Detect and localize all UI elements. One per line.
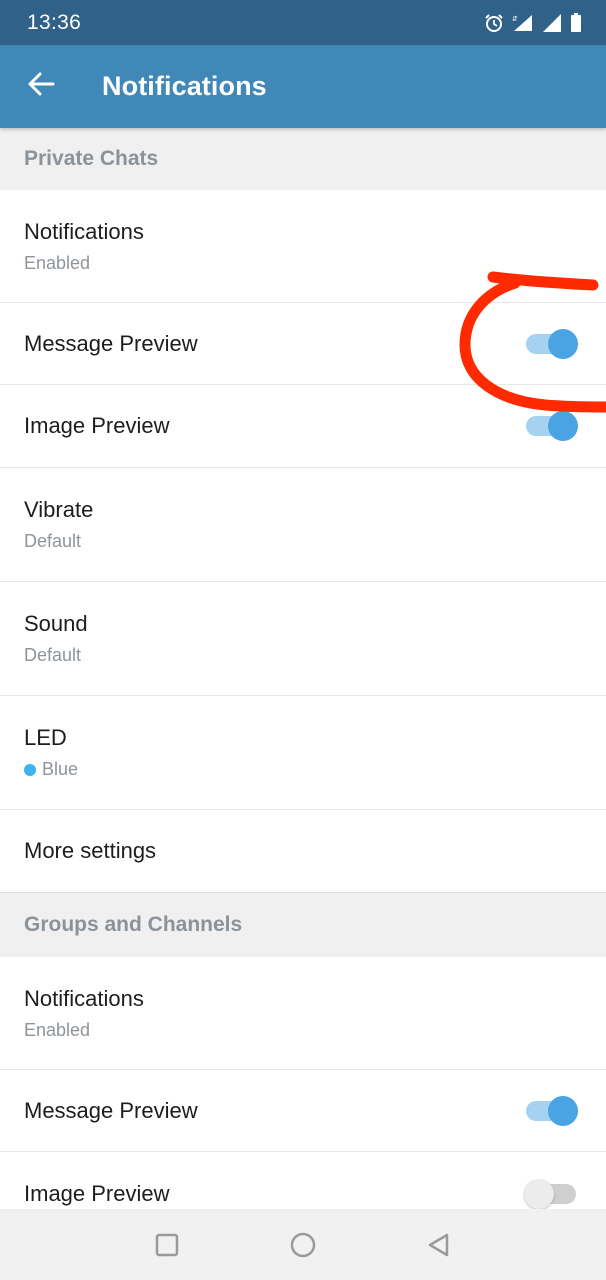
setting-row-private-sound[interactable]: Sound Default xyxy=(0,582,606,696)
toggle-thumb xyxy=(524,1178,554,1209)
status-icons: ⇵ xyxy=(484,12,582,33)
led-color-label: Blue xyxy=(42,759,79,779)
setting-label: More settings xyxy=(24,838,157,863)
setting-label: Vibrate xyxy=(24,497,94,522)
led-color-dot xyxy=(24,763,36,776)
setting-label: LED xyxy=(24,725,67,750)
setting-row-private-notifications[interactable]: Notifications Enabled xyxy=(0,190,606,303)
section-header-groups-channels: Groups and Channels xyxy=(0,892,606,957)
battery-icon xyxy=(570,12,582,33)
setting-row-groups-notifications[interactable]: Notifications Enabled xyxy=(0,957,606,1070)
image-preview-toggle[interactable] xyxy=(524,410,578,442)
app-bar: Notifications xyxy=(0,45,606,128)
toggle-thumb xyxy=(548,328,578,359)
setting-sub-led: Blue xyxy=(24,759,606,780)
setting-sub: Default xyxy=(24,645,82,665)
back-button[interactable] xyxy=(0,45,82,128)
recents-square-icon[interactable] xyxy=(154,1232,180,1258)
arrow-left-icon xyxy=(27,72,55,101)
setting-row-private-led[interactable]: LED Blue xyxy=(0,696,606,810)
groups-message-preview-toggle[interactable] xyxy=(524,1095,578,1127)
setting-label: Notifications xyxy=(24,218,144,244)
setting-label: Image Preview xyxy=(24,1180,170,1206)
setting-label: Image Preview xyxy=(24,413,170,438)
message-preview-toggle[interactable] xyxy=(524,328,578,360)
setting-row-private-vibrate[interactable]: Vibrate Default xyxy=(0,468,606,582)
setting-row-private-image-preview[interactable]: Image Preview xyxy=(0,385,606,468)
toggle-thumb xyxy=(548,411,578,441)
system-nav-bar xyxy=(0,1209,606,1280)
setting-row-private-message-preview[interactable]: Message Preview xyxy=(0,303,606,385)
groups-image-preview-toggle[interactable] xyxy=(524,1178,578,1210)
signal-icon: ⇵ xyxy=(512,13,534,33)
setting-row-groups-message-preview[interactable]: Message Preview xyxy=(0,1070,606,1152)
setting-label: Message Preview xyxy=(24,1097,198,1123)
setting-label: Sound xyxy=(24,611,88,636)
home-circle-icon[interactable] xyxy=(290,1232,316,1258)
setting-sub: Enabled xyxy=(24,1019,91,1040)
setting-label: Notifications xyxy=(24,985,144,1011)
setting-sub: Default xyxy=(24,531,82,551)
status-bar: 13:36 ⇵ xyxy=(0,0,606,45)
back-triangle-icon[interactable] xyxy=(426,1232,452,1258)
setting-row-private-more-settings[interactable]: More settings xyxy=(0,810,606,892)
status-time: 13:36 xyxy=(27,10,82,34)
page-title: Notifications xyxy=(102,71,267,101)
setting-label: Message Preview xyxy=(24,330,198,356)
toggle-thumb xyxy=(548,1095,578,1126)
settings-list: Private Chats Notifications Enabled Mess… xyxy=(0,128,606,1236)
setting-sub: Enabled xyxy=(24,252,91,273)
svg-text:⇵: ⇵ xyxy=(512,15,518,23)
section-header-private-chats: Private Chats xyxy=(0,128,606,190)
alarm-icon xyxy=(484,13,504,33)
signal-icon xyxy=(542,13,562,33)
